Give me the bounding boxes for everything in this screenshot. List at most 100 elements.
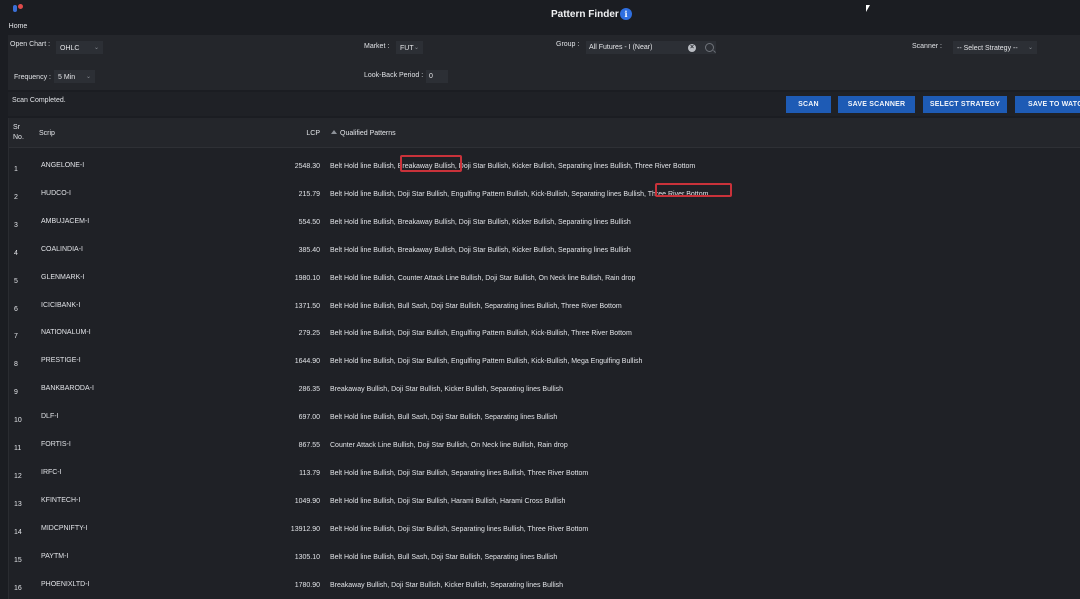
- select-strategy-button[interactable]: SELECT STRATEGY: [923, 96, 1007, 113]
- table-row[interactable]: 11 FORTIS-I 867.55 Counter Attack Line Bull…: [9, 431, 1080, 459]
- table-row[interactable]: 15 PAYTM-I 1305.10 Belt Hold line Bullish, …: [9, 543, 1080, 571]
- open-chart-select[interactable]: OHLC ⌄: [56, 41, 103, 54]
- lcp-cell: 2548.30: [294, 163, 320, 170]
- table-row[interactable]: 5 GLENMARK-I 1980.10 Belt Hold line Bullish…: [9, 264, 1080, 292]
- table-row[interactable]: 1 ANGELONE-I 2548.30 Belt Hold line Bullish…: [9, 152, 1080, 180]
- chevron-down-icon: ⌄: [85, 74, 91, 80]
- table-row[interactable]: 6 ICICIBANK-I 1371.50 Belt Hold line Bullis…: [9, 292, 1080, 320]
- lookback-value: 0: [429, 73, 433, 80]
- header-lcp[interactable]: LCP: [249, 130, 320, 137]
- table-row[interactable]: 3 AMBUJACEM-I 554.50 Belt Hold line Bullish…: [9, 208, 1080, 236]
- group-input[interactable]: All Futures - I (Near): [586, 41, 716, 54]
- frequency-label: Frequency :: [14, 74, 51, 81]
- chevron-down-icon: ⌄: [1027, 45, 1033, 51]
- patterns-cell: Belt Hold line Bullish, Doji Star Bullis…: [330, 190, 709, 198]
- market-select[interactable]: FUT ⌄: [396, 41, 423, 54]
- sr-cell: 4: [14, 249, 18, 257]
- patterns-cell: Belt Hold line Bullish, Counter Attack L…: [330, 274, 636, 282]
- market-label: Market :: [364, 43, 390, 50]
- scrip-cell: DLF-I: [41, 413, 59, 421]
- scrip-cell: PAYTM-I: [41, 552, 69, 560]
- header-qualified-patterns[interactable]: Qualified Patterns: [331, 130, 396, 137]
- table-row[interactable]: 14 MIDCPNIFTY-I 13912.90 Belt Hold line Bul…: [9, 515, 1080, 543]
- sr-cell: 10: [14, 417, 22, 425]
- table-header: Sr No. Scrip LCP Qualified Patterns: [9, 118, 1080, 148]
- group-label: Group :: [556, 41, 580, 48]
- search-icon[interactable]: [705, 43, 714, 52]
- patterns-cell: Belt Hold line Bullish, Bull Sash, Doji …: [330, 302, 622, 310]
- scrip-cell: KFINTECH-I: [41, 496, 81, 504]
- scrip-cell: FORTIS-I: [41, 441, 71, 448]
- scrip-cell: ANGELONE-I: [41, 162, 85, 169]
- patterns-cell: Belt Hold line Bullish, Doji Star Bullis…: [330, 525, 589, 533]
- sr-cell: 15: [14, 556, 22, 564]
- scrip-cell: ICICIBANK-I: [41, 301, 81, 309]
- chevron-down-icon: ⌄: [413, 45, 419, 51]
- sr-cell: 13: [14, 500, 22, 508]
- lookback-input[interactable]: 0: [426, 70, 448, 83]
- mouse-cursor-icon: [866, 5, 870, 12]
- lcp-cell: 1305.10: [294, 553, 320, 561]
- home-button[interactable]: Home: [6, 3, 30, 33]
- patterns-cell: Belt Hold line Bullish, Doji Star Bullis…: [330, 358, 643, 366]
- scrip-cell: BANKBARODA-I: [41, 385, 94, 393]
- header-scrip[interactable]: Scrip: [39, 130, 55, 137]
- scrip-cell: NATIONALUM-I: [41, 329, 91, 337]
- lcp-cell: 1049.90: [294, 497, 320, 505]
- lcp-cell: 867.55: [298, 442, 320, 449]
- patterns-cell: Breakaway Bullish, Doji Star Bullish, Ki…: [330, 386, 564, 394]
- header-sr: Sr: [13, 124, 20, 131]
- save-to-watch-button[interactable]: SAVE TO WATCH: [1015, 96, 1080, 113]
- info-icon[interactable]: i: [620, 8, 632, 20]
- filter-panel: Open Chart : OHLC ⌄ Market : FUT ⌄ Group…: [8, 35, 1080, 90]
- patterns-cell: Breakaway Bullish, Doji Star Bullish, Ki…: [330, 581, 564, 589]
- table-row[interactable]: 12 IRFC-I 113.79 Belt Hold line Bullish, Do…: [9, 459, 1080, 487]
- lcp-cell: 1371.50: [294, 302, 320, 310]
- group-value: All Futures - I (Near): [589, 44, 653, 51]
- lcp-cell: 13912.90: [290, 525, 320, 533]
- highlight-box: [655, 183, 732, 197]
- table-row[interactable]: 7 NATIONALUM-I 279.25 Belt Hold line Bullis…: [9, 319, 1080, 347]
- open-chart-value: OHLC: [60, 45, 80, 52]
- scan-button[interactable]: SCAN: [786, 96, 831, 113]
- sr-cell: 9: [14, 389, 18, 397]
- scanner-value: -- Select Strategy --: [957, 45, 1018, 52]
- frequency-value: 5 Min: [58, 74, 76, 81]
- clear-icon[interactable]: ×: [688, 44, 696, 52]
- scrip-cell: PRESTIGE-I: [41, 357, 81, 365]
- open-chart-label: Open Chart :: [10, 41, 51, 48]
- scrip-cell: IRFC-I: [41, 468, 62, 476]
- home-label: Home: [8, 23, 28, 30]
- scrip-cell: PHOENIXLTD-I: [41, 580, 90, 588]
- table-row[interactable]: 2 HUDCO-I 215.79 Belt Hold line Bullish, Do…: [9, 180, 1080, 208]
- lcp-cell: 1644.90: [294, 358, 320, 366]
- save-scanner-button[interactable]: SAVE SCANNER: [838, 96, 915, 113]
- lcp-cell: 113.79: [299, 469, 320, 477]
- patterns-cell: Belt Hold line Bullish, Doji Star Bullis…: [330, 497, 566, 505]
- table-row[interactable]: 8 PRESTIGE-I 1644.90 Belt Hold line Bullish…: [9, 347, 1080, 375]
- patterns-cell: Belt Hold line Bullish, Breakaway Bullis…: [330, 163, 696, 170]
- table-row[interactable]: 10 DLF-I 697.00 Belt Hold line Bullish, Bul…: [9, 403, 1080, 431]
- lcp-cell: 215.79: [298, 190, 320, 198]
- sr-cell: 11: [14, 445, 22, 452]
- table-row[interactable]: 4 COALINDIA-I 385.40 Belt Hold line Bullish…: [9, 236, 1080, 264]
- table-row[interactable]: 13 KFINTECH-I 1049.90 Belt Hold line Bullis…: [9, 487, 1080, 515]
- scrip-cell: GLENMARK-I: [41, 273, 85, 281]
- table-row[interactable]: 9 BANKBARODA-I 286.35 Breakaway Bullish, Do…: [9, 375, 1080, 403]
- lookback-label: Look-Back Period :: [364, 72, 424, 79]
- scanner-label: Scanner :: [912, 43, 942, 50]
- table-row[interactable]: 16 PHOENIXLTD-I 1780.90 Breakaway Bullish, …: [9, 571, 1080, 599]
- sr-cell: 1: [14, 166, 18, 173]
- sr-cell: 5: [14, 277, 18, 285]
- sr-cell: 12: [14, 472, 22, 480]
- sr-cell: 6: [14, 305, 18, 313]
- frequency-select[interactable]: 5 Min ⌄: [54, 70, 95, 83]
- patterns-cell: Belt Hold line Bullish, Doji Star Bullis…: [330, 469, 589, 477]
- home-logo-icon: [11, 3, 25, 13]
- highlight-box: [400, 155, 462, 172]
- lcp-cell: 385.40: [298, 246, 320, 254]
- sr-cell: 8: [14, 361, 18, 369]
- scanner-select[interactable]: -- Select Strategy -- ⌄: [953, 41, 1037, 54]
- sr-cell: 2: [14, 193, 18, 201]
- header-sr-no: No.: [13, 134, 24, 141]
